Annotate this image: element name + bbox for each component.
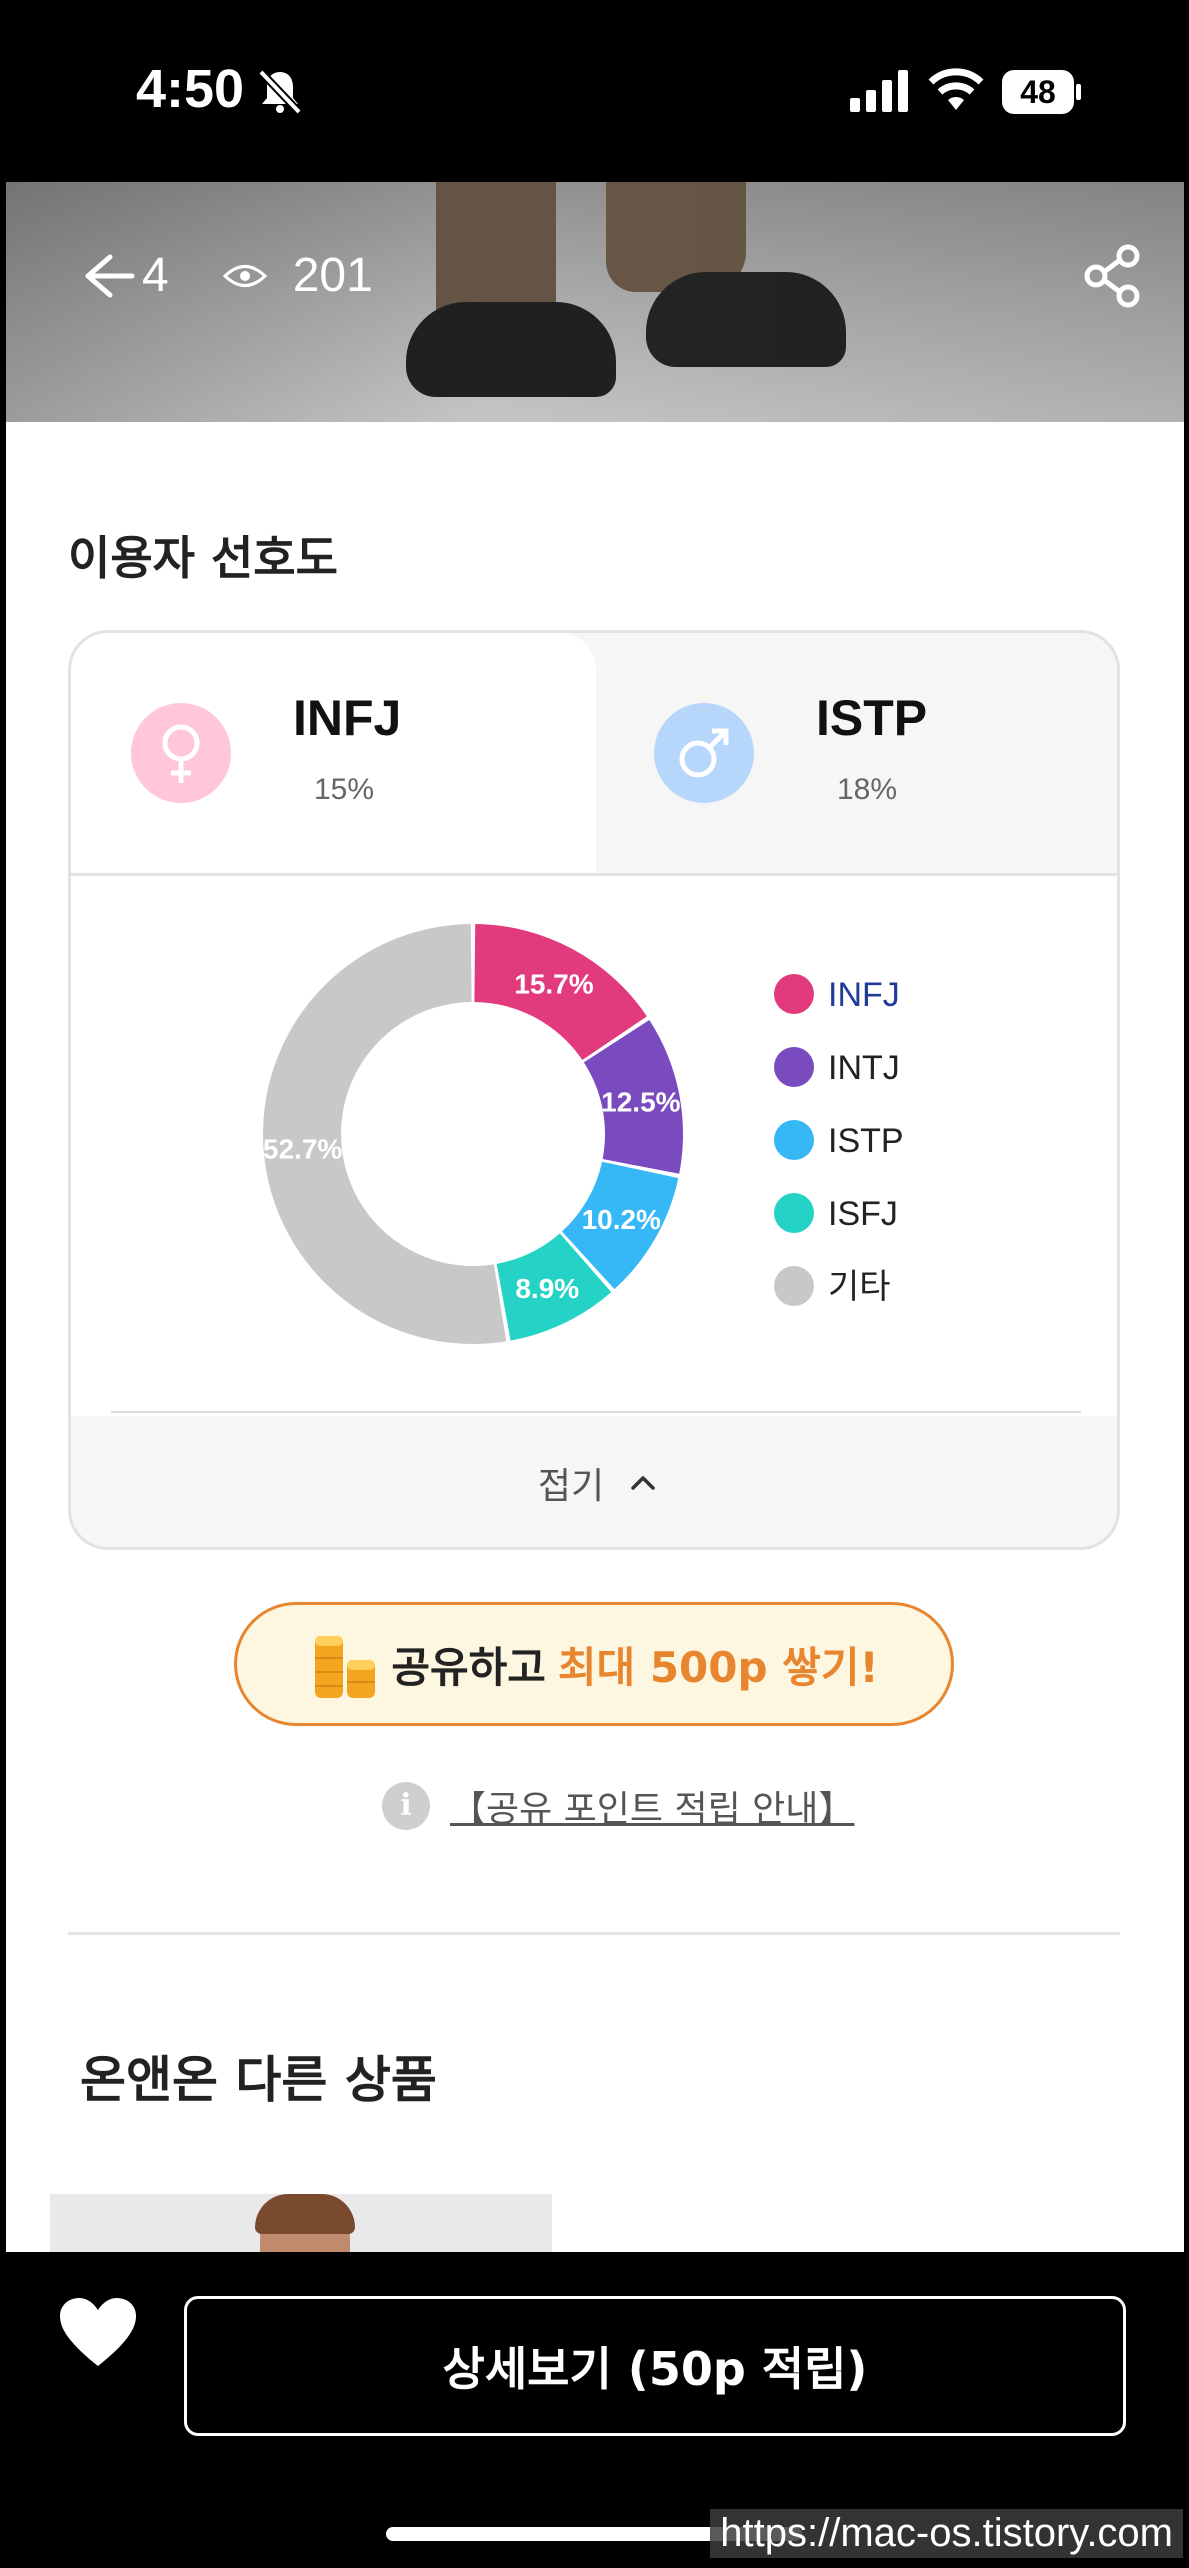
legend-label-ISTP: ISTP	[828, 1122, 904, 1160]
share-arrow-icon	[85, 254, 135, 297]
status-bar: 4:50 48	[0, 0, 1189, 182]
donut-chart: 15.7% 12.5% 10.2% 8.9% 52.7% INFJ INTJ ISTP ISFJ…	[263, 924, 904, 1344]
male-top-type: ISTP	[816, 690, 928, 746]
status-time: 4:50	[136, 59, 245, 119]
thumbnail-model-hair	[255, 2194, 355, 2234]
eye-icon	[222, 264, 267, 287]
heart-icon[interactable]	[58, 2296, 138, 2370]
wifi-icon	[928, 68, 984, 110]
info-icon: i	[382, 1782, 430, 1830]
male-symbol-icon	[679, 728, 729, 778]
chart-area: 15.7% 12.5% 10.2% 8.9% 52.7% INFJ INTJ ISTP ISFJ…	[71, 873, 1117, 1416]
product-thumbnail[interactable]	[50, 2194, 552, 2252]
legend-label-기타: 기타	[828, 1268, 891, 1306]
watermark: https://mac-os.tistory.com	[710, 2509, 1183, 2558]
preference-title: 이용자 선호도	[68, 531, 338, 585]
donut-label-기타: 52.7%	[263, 1133, 342, 1164]
share-point-info-link[interactable]: 【공유 포인트 적립 안내】	[450, 1780, 854, 1832]
section-separator	[68, 1932, 1120, 1935]
female-symbol-icon	[162, 724, 200, 783]
donut-label-ISFJ: 8.9%	[515, 1273, 579, 1304]
battery-level: 48	[1020, 74, 1056, 110]
other-products-title: 온앤온 다른 상품	[80, 2051, 437, 2109]
share-count: 4	[142, 249, 169, 302]
female-icon	[131, 703, 231, 803]
legend-label-INFJ: INFJ	[828, 976, 900, 1014]
male-top-percent: 18%	[837, 773, 898, 806]
female-top-percent: 15%	[314, 773, 375, 806]
legend-dot-기타	[774, 1266, 814, 1306]
male-icon	[654, 703, 754, 803]
tab-female[interactable]: INFJ 15%	[71, 633, 596, 873]
legend-dot-INFJ	[774, 974, 814, 1014]
legend-dot-ISFJ	[774, 1193, 814, 1233]
female-top-type: INFJ	[293, 690, 402, 746]
coins-icon	[315, 1636, 376, 1698]
fold-button[interactable]: 접기	[71, 1413, 1117, 1547]
bottom-action-bar: 상세보기 (50p 적립) https://mac-os.tistory.com	[0, 2252, 1189, 2568]
detail-view-label: 상세보기 (50p 적립)	[442, 2342, 868, 2396]
donut-label-ISTP: 10.2%	[582, 1204, 661, 1235]
donut-label-INTJ: 12.5%	[601, 1086, 680, 1117]
legend-dot-INTJ	[774, 1047, 814, 1087]
detail-view-button[interactable]: 상세보기 (50p 적립)	[184, 2296, 1126, 2436]
fold-label: 접기	[537, 1466, 605, 1507]
bell-muted-icon	[258, 69, 302, 114]
view-count: 201	[292, 249, 373, 302]
tab-male[interactable]: ISTP 18%	[596, 633, 1117, 873]
share-icon[interactable]	[1082, 244, 1142, 308]
main-content: 이용자 선호도 INFJ 15% ISTP 18% 15.7% 12.5% 10…	[6, 422, 1184, 2252]
legend-label-INTJ: INTJ	[828, 1049, 900, 1087]
share-promo-button[interactable]: 공유하고 최대 500p 쌓기!	[234, 1602, 954, 1726]
preference-card: INFJ 15% ISTP 18% 15.7% 12.5% 10.2% 8.9% 52.…	[68, 630, 1120, 1550]
hero-stats: 4 201	[80, 248, 373, 303]
cellular-signal-icon	[850, 70, 908, 112]
promo-text: 공유하고	[391, 1642, 546, 1692]
chevron-up-icon	[631, 1476, 655, 1490]
legend-dot-ISTP	[774, 1120, 814, 1160]
legend-label-ISFJ: ISFJ	[828, 1195, 898, 1233]
promo-accent: 최대 500p 쌓기!	[557, 1642, 879, 1692]
donut-label-INFJ: 15.7%	[514, 968, 593, 999]
product-hero-image: 4 201	[6, 182, 1184, 422]
share-point-info[interactable]: i 【공유 포인트 적립 안내】	[382, 1780, 854, 1832]
